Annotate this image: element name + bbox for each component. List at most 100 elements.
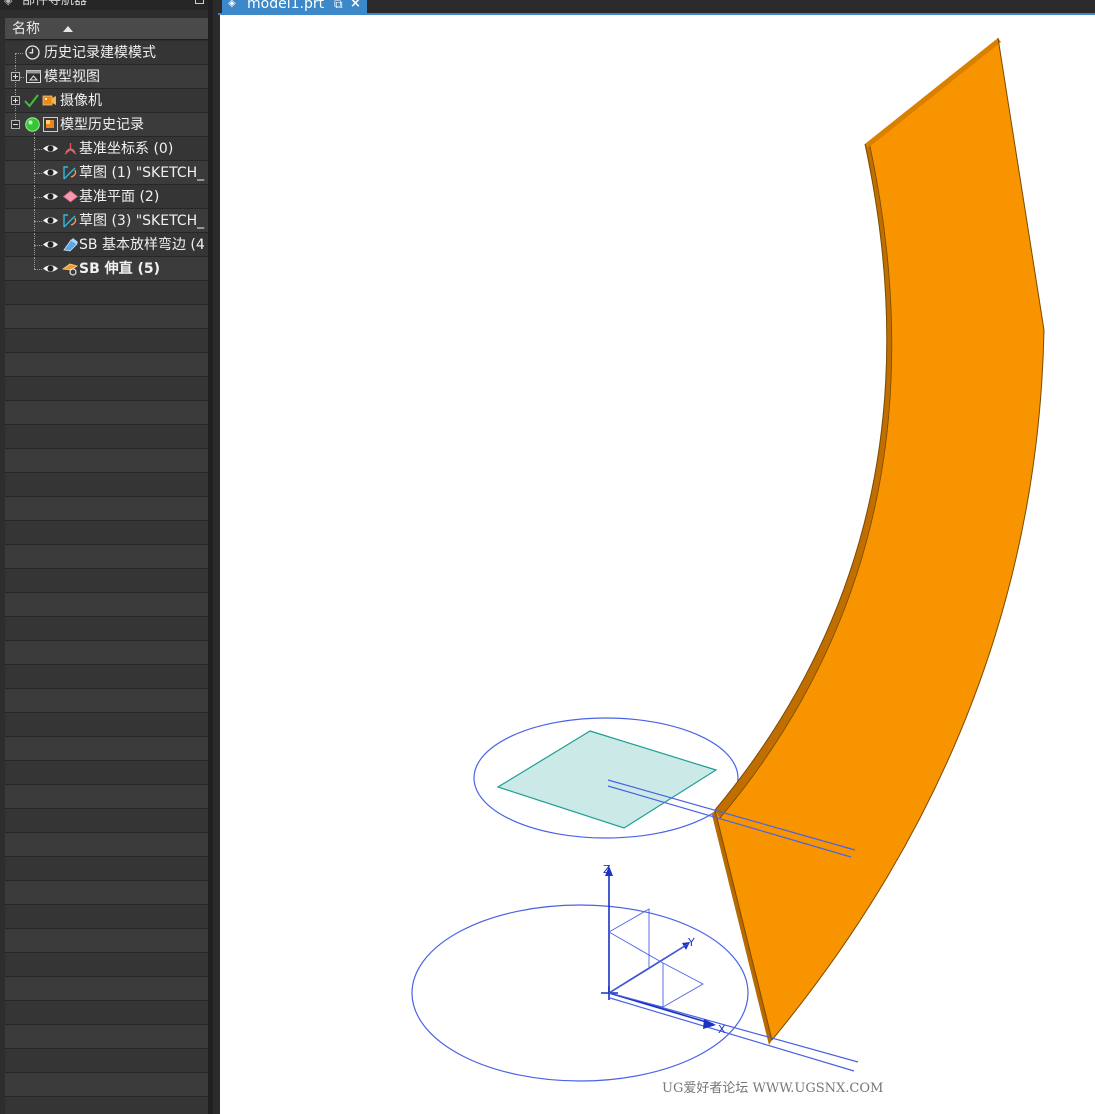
empty-row — [5, 665, 208, 689]
empty-row — [5, 449, 208, 473]
tree-item-label: 基准坐标系 (0) — [79, 141, 174, 157]
empty-row — [5, 1097, 208, 1114]
part-navigator-panel: ◈ 部件导航器 名称 历史记录建模模式 模型视图 摄像机 模型历史记录 基准坐标… — [0, 0, 213, 1114]
tree-item-label: 历史记录建模模式 — [44, 45, 156, 61]
tree-item-label: 草图 (1) "SKETCH_ — [79, 165, 205, 181]
lofted-flange-icon — [63, 238, 78, 252]
expand-icon[interactable] — [11, 96, 20, 105]
tree-item-label: 基准平面 (2) — [79, 189, 160, 205]
axis-label-x: X — [718, 1023, 726, 1036]
camera-icon — [42, 95, 56, 106]
eye-icon[interactable] — [42, 140, 59, 157]
tab-label: model1.prt — [247, 0, 325, 12]
eye-icon[interactable] — [42, 164, 59, 181]
empty-row — [5, 809, 208, 833]
tree-item-lofted-flange[interactable]: SB 基本放样弯边 (4 — [5, 233, 208, 257]
datum-csys-triad[interactable]: Z Y X — [601, 863, 726, 1036]
navigator-tree: 历史记录建模模式 模型视图 摄像机 模型历史记录 基准坐标系 (0) 草图 (1… — [5, 41, 208, 1114]
model-scene[interactable]: Z Y X — [220, 15, 1095, 1114]
tree-item-camera[interactable]: 摄像机 — [5, 89, 208, 113]
sketch-icon — [63, 166, 77, 180]
tree-item-label: SB 伸直 (5) — [79, 261, 161, 277]
check-icon — [24, 94, 39, 108]
datum-circle-lower — [411, 904, 749, 1082]
empty-row — [5, 641, 208, 665]
empty-row — [5, 977, 208, 1001]
empty-row — [5, 953, 208, 977]
empty-row — [5, 497, 208, 521]
empty-row — [5, 593, 208, 617]
empty-row — [5, 353, 208, 377]
empty-row — [5, 1049, 208, 1073]
tab-model1-prt[interactable]: ◈ model1.prt ⧉ × — [222, 0, 367, 14]
empty-row — [5, 785, 208, 809]
panel-splitter[interactable] — [208, 0, 213, 1114]
expand-icon[interactable] — [11, 72, 20, 81]
graphics-window[interactable]: Z Y X — [220, 15, 1095, 1114]
empty-row — [5, 401, 208, 425]
sketch-icon — [63, 214, 77, 228]
part-navigator-title: 部件导航器 — [22, 0, 88, 8]
tree-item-model-history[interactable]: 模型历史记录 — [5, 113, 208, 137]
column-header-label: 名称 — [12, 21, 40, 37]
model-views-icon — [26, 70, 41, 83]
empty-row — [5, 881, 208, 905]
tree-item-datum-plane[interactable]: 基准平面 (2) — [5, 185, 208, 209]
empty-row — [5, 425, 208, 449]
tree-item-unbend[interactable]: SB 伸直 (5) — [5, 257, 208, 281]
empty-row — [5, 569, 208, 593]
maximize-icon[interactable] — [195, 0, 204, 4]
empty-row — [5, 1001, 208, 1025]
status-green-icon — [25, 117, 40, 132]
pin-icon[interactable]: ⧉ — [334, 0, 343, 14]
close-icon[interactable]: × — [350, 0, 361, 14]
empty-row — [5, 305, 208, 329]
empty-row — [5, 617, 208, 641]
empty-row — [5, 329, 208, 353]
unbend-icon — [62, 263, 78, 276]
eye-icon[interactable] — [42, 188, 59, 205]
model-history-icon — [43, 117, 58, 132]
empty-row — [5, 857, 208, 881]
empty-row — [5, 833, 208, 857]
empty-row — [5, 545, 208, 569]
navigator-icon: ◈ — [4, 0, 13, 7]
part-file-icon: ◈ — [228, 0, 236, 9]
datum-csys-icon — [64, 143, 77, 155]
tree-item-history-mode[interactable]: 历史记录建模模式 — [5, 41, 208, 65]
empty-row — [5, 377, 208, 401]
tree-item-label: 摄像机 — [60, 93, 102, 109]
sort-ascending-icon — [63, 26, 73, 32]
sheet-metal-body[interactable] — [712, 37, 1045, 1045]
watermark-text: UG爱好者论坛 WWW.UGSNX.COM — [662, 1081, 884, 1096]
empty-row — [5, 689, 208, 713]
tree-item-label: SB 基本放样弯边 (4 — [79, 237, 205, 253]
clock-icon — [25, 45, 40, 60]
datum-plane[interactable] — [496, 730, 718, 829]
tree-item-label: 草图 (3) "SKETCH_ — [79, 213, 205, 229]
tree-item-label: 模型视图 — [44, 69, 100, 85]
empty-row — [5, 761, 208, 785]
tree-item-label: 模型历史记录 — [60, 117, 144, 133]
tree-item-model-views[interactable]: 模型视图 — [5, 65, 208, 89]
empty-row — [5, 929, 208, 953]
column-header-name[interactable]: 名称 — [5, 18, 208, 40]
eye-icon[interactable] — [42, 260, 59, 277]
axis-label-y: Y — [687, 936, 695, 949]
tree-item-datum-csys[interactable]: 基准坐标系 (0) — [5, 137, 208, 161]
empty-row — [5, 473, 208, 497]
collapse-icon[interactable] — [11, 120, 20, 129]
empty-row — [5, 905, 208, 929]
datum-plane-icon — [62, 190, 79, 203]
empty-row — [5, 281, 208, 305]
eye-icon[interactable] — [42, 236, 59, 253]
empty-row — [5, 713, 208, 737]
eye-icon[interactable] — [42, 212, 59, 229]
tree-item-sketch-1[interactable]: 草图 (1) "SKETCH_ — [5, 161, 208, 185]
tree-item-sketch-3[interactable]: 草图 (3) "SKETCH_ — [5, 209, 208, 233]
axis-label-z: Z — [603, 863, 611, 876]
empty-row — [5, 737, 208, 761]
empty-row — [5, 521, 208, 545]
empty-row — [5, 1025, 208, 1049]
empty-row — [5, 1073, 208, 1097]
